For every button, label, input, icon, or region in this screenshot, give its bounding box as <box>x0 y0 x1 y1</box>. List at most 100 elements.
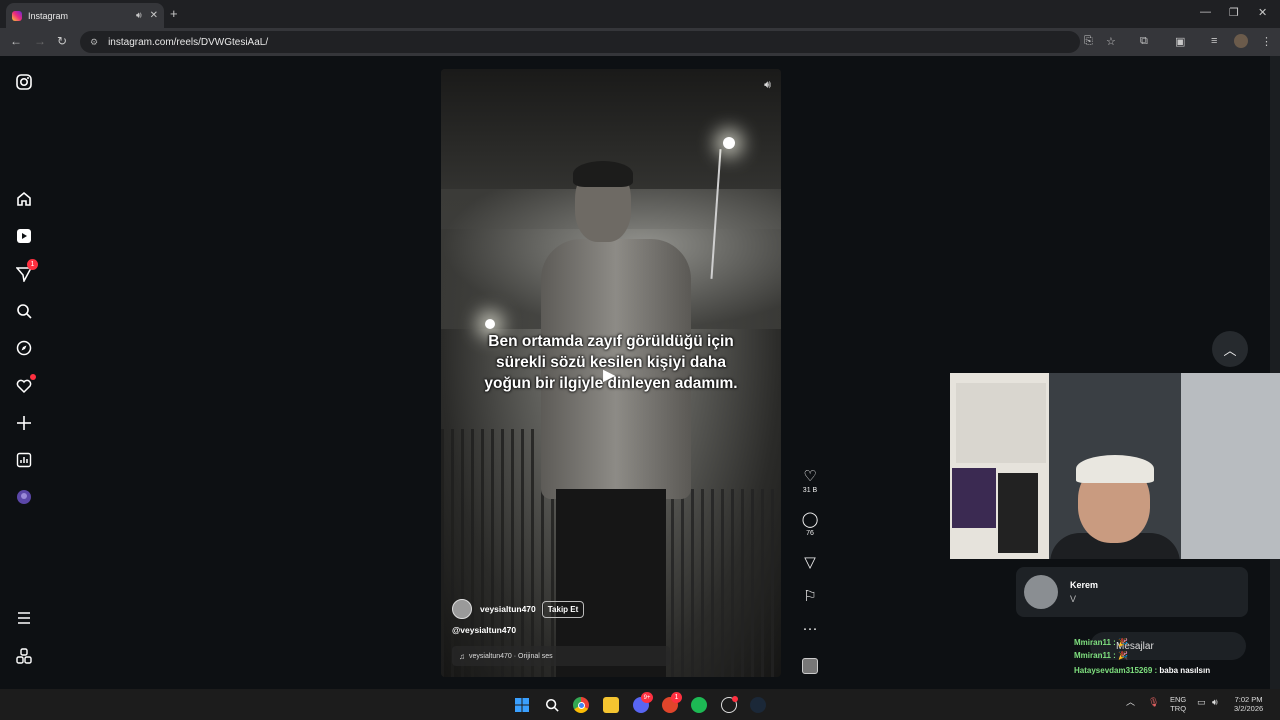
chevron-up-icon: ︿ <box>1223 342 1237 358</box>
more-menu-icon[interactable] <box>14 608 34 628</box>
obs-icon[interactable] <box>721 696 738 713</box>
notifications-heart-icon[interactable] <box>14 374 36 396</box>
new-tab-icon[interactable]: + <box>170 6 178 21</box>
recording-dot <box>732 696 738 702</box>
wall-poster <box>956 383 1046 463</box>
file-explorer-icon[interactable] <box>603 697 619 713</box>
spotify-icon[interactable] <box>691 697 707 713</box>
reels-icon[interactable] <box>14 226 34 246</box>
install-app-icon[interactable]: ⎘ <box>1084 35 1093 48</box>
forward-icon[interactable]: → <box>34 34 46 48</box>
chat-text: 🎉 <box>1118 638 1128 647</box>
scroll-up-button[interactable]: ︿ <box>1212 331 1248 367</box>
share-button[interactable]: ▽ <box>797 553 823 571</box>
minimize-icon[interactable]: — <box>1200 6 1211 18</box>
message-preview: V <box>1070 594 1077 604</box>
like-button[interactable]: ♡ 31 B <box>797 467 823 494</box>
music-note-icon: ♫ <box>459 651 465 661</box>
author-row: veysialtun470 Takip Et <box>452 599 585 619</box>
close-window-icon[interactable]: ✕ <box>1258 6 1267 19</box>
discord-badge: 9+ <box>641 692 653 703</box>
sender-name: Kerem <box>1070 580 1099 590</box>
author-avatar[interactable] <box>452 599 472 619</box>
start-icon[interactable] <box>514 697 530 713</box>
reel-mention[interactable]: @veysialtun470 <box>452 625 516 635</box>
comment-count: 76 <box>806 530 814 537</box>
like-count: 31 B <box>802 487 818 494</box>
side-panel-icon[interactable]: ▣ <box>1175 35 1185 48</box>
create-plus-icon[interactable] <box>14 413 34 433</box>
play-icon[interactable]: ▶ <box>603 365 615 385</box>
reel-video[interactable]: 🔊︎ Ben ortamda zayıf görüldüğü için süre… <box>441 69 781 677</box>
media-controls-icon[interactable]: ≡ <box>1211 35 1217 47</box>
app-icon[interactable]: 1 <box>662 692 682 713</box>
browser-tab[interactable]: Instagram 🔊︎ ✕ <box>6 3 164 28</box>
notification-dot <box>30 374 36 380</box>
audio-thumbnail[interactable] <box>802 658 818 674</box>
chat-text: baba nasılsın <box>1159 666 1211 675</box>
browser-toolbar: ← → ↻ ⚙ instagram.com/reels/DVWGtesiAaL/… <box>0 28 1280 56</box>
app-badge: 1 <box>671 692 682 703</box>
back-icon[interactable]: ← <box>10 34 22 48</box>
profile-avatar[interactable] <box>1234 34 1248 48</box>
steam-icon[interactable] <box>750 697 766 713</box>
message-notification[interactable]: Kerem V <box>1016 567 1248 617</box>
url-text: instagram.com/reels/DVWGtesiAaL/ <box>108 36 269 48</box>
chat-user: Mmiran11 : <box>1074 638 1116 647</box>
railing-right <box>671 489 781 677</box>
sender-avatar <box>1024 575 1058 609</box>
home-icon[interactable] <box>14 189 34 209</box>
microphone-icon[interactable]: 🎙︎ <box>1148 698 1159 707</box>
wall-poster-2 <box>952 468 996 528</box>
also-from-meta-icon[interactable] <box>14 646 34 666</box>
extensions-icon[interactable]: ⧉ <box>1140 35 1148 48</box>
audio-label: veysialtun470 · Orijinal ses <box>469 652 553 660</box>
close-tab-icon[interactable]: ✕ <box>150 10 158 21</box>
chat-text: 🎉 <box>1118 651 1128 660</box>
audio-link[interactable]: ♫ veysialtun470 · Orijinal ses <box>452 646 670 666</box>
profile-avatar-icon[interactable] <box>14 487 34 507</box>
restore-icon[interactable]: ❐ <box>1229 6 1239 19</box>
menu-kebab-icon[interactable]: ⋮ <box>1261 35 1272 48</box>
more-options-button[interactable]: ··· <box>797 620 823 637</box>
discord-icon[interactable]: 9+ <box>633 692 653 713</box>
chat-line: Hataysevdam315269 : baba nasılsın <box>1074 666 1210 675</box>
comment-bubble-icon: ◯ <box>801 511 819 528</box>
clock-date: 3/2/2026 <box>1234 704 1264 713</box>
comment-button[interactable]: ◯ 76 <box>797 510 823 537</box>
volume-icon[interactable]: 🔊︎ <box>764 79 771 92</box>
wall-poster-3 <box>998 473 1038 553</box>
street-lamp <box>723 137 735 149</box>
messages-badge: 1 <box>27 259 38 270</box>
chrome-icon[interactable] <box>573 697 589 713</box>
chat-user: Mmiran11 : <box>1074 651 1116 660</box>
lang-bottom: TRQ <box>1170 704 1187 713</box>
volume-tray-icon[interactable]: 🔊︎ <box>1212 698 1218 707</box>
search-icon[interactable] <box>14 301 34 321</box>
network-icon[interactable]: ▭ <box>1197 698 1206 707</box>
clock[interactable]: 7:02 PM 3/2/2026 <box>1234 695 1263 713</box>
speaker-icon[interactable]: 🔊︎ <box>136 10 142 21</box>
dashboard-icon[interactable] <box>14 450 34 470</box>
chat-user: Hataysevdam315269 : <box>1074 666 1158 675</box>
explore-compass-icon[interactable] <box>14 338 34 358</box>
follow-button[interactable]: Takip Et <box>541 600 585 618</box>
tab-title: Instagram <box>28 10 69 21</box>
windows-taskbar: 9+ 1 ︿ 🎙︎ ENG TRQ ▭ 🔊︎ 7:02 PM 3/2/2026 <box>0 689 1280 720</box>
language-indicator[interactable]: ENG TRQ <box>1170 695 1186 713</box>
garden-lamp <box>485 319 495 329</box>
streamer-cap <box>1076 455 1154 483</box>
author-name[interactable]: veysialtun470 <box>480 604 536 614</box>
site-info-icon[interactable]: ⚙ <box>90 37 98 48</box>
search-taskbar-icon[interactable] <box>544 697 560 713</box>
instagram-logo-icon[interactable] <box>14 72 34 92</box>
notification-text: Kerem V <box>1070 580 1098 604</box>
save-button[interactable]: ⚐ <box>797 587 823 605</box>
tray-chevron-icon[interactable]: ︿ <box>1126 698 1135 707</box>
lang-top: ENG <box>1170 695 1187 704</box>
person-hair <box>573 161 633 187</box>
messages-icon[interactable]: 1 <box>14 259 38 284</box>
address-bar[interactable]: ⚙ instagram.com/reels/DVWGtesiAaL/ <box>80 31 1080 53</box>
reload-icon[interactable]: ↻ <box>57 34 67 48</box>
bookmark-star-icon[interactable]: ☆ <box>1106 35 1116 48</box>
